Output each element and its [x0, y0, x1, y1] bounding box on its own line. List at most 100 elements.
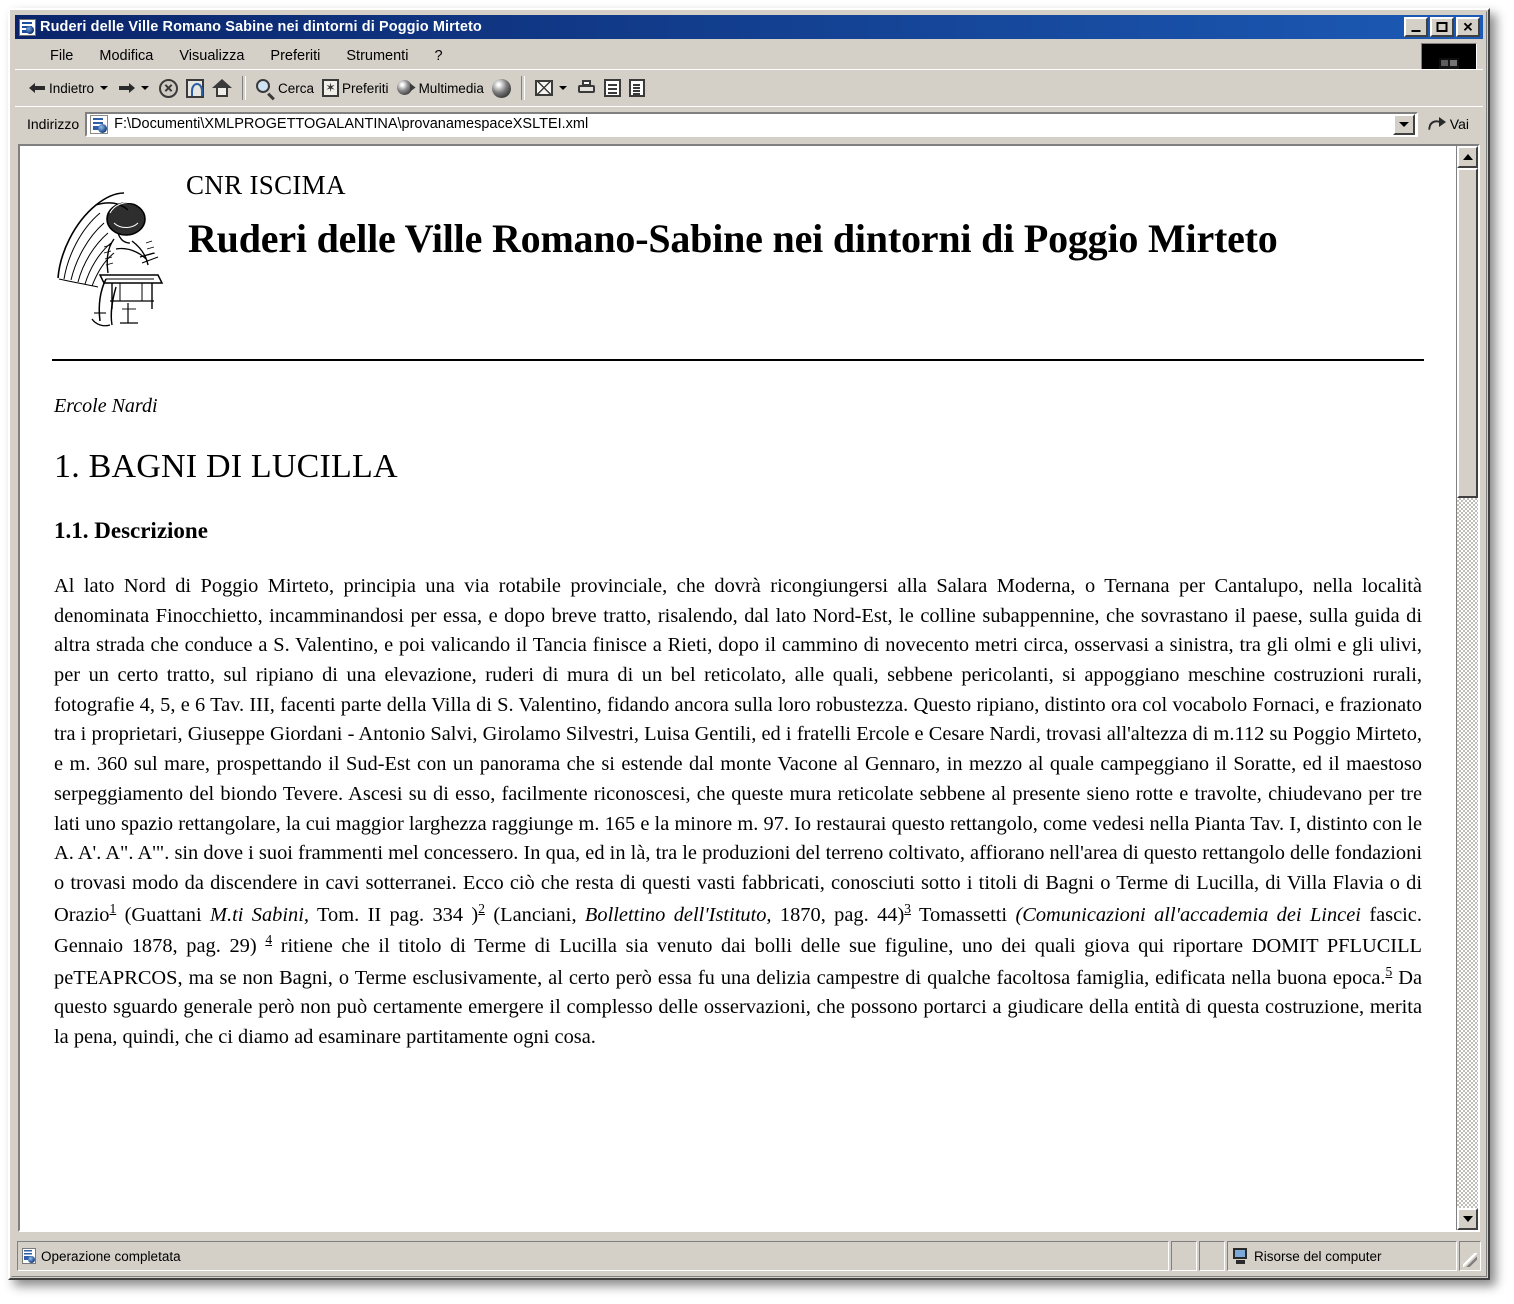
footnote-ref-3[interactable]: 3 [904, 901, 911, 916]
back-dropdown-icon[interactable] [100, 86, 109, 90]
chevron-down-icon [1398, 121, 1409, 127]
forward-arrow-icon [118, 81, 136, 95]
paragraph-text-d: (Lanciani, [484, 903, 585, 926]
menu-bar: File Modifica Visualizza Preferiti Strum… [15, 42, 1483, 93]
forward-dropdown-icon[interactable] [141, 86, 150, 90]
footnote-ref-2[interactable]: 2 [478, 901, 485, 916]
resize-grip[interactable] [1459, 1241, 1481, 1271]
toolbar: Indietro Cerca Preferiti Multimedia [15, 69, 1483, 106]
window-document-icon [19, 18, 36, 36]
go-arrow-icon [1428, 116, 1446, 133]
status-pane-3 [1199, 1241, 1225, 1271]
menu-item-modifica[interactable]: Modifica [86, 46, 166, 66]
search-icon [256, 78, 275, 98]
discuss-button[interactable] [625, 74, 649, 103]
favorites-star-icon [322, 79, 340, 97]
menu-item-visualizza[interactable]: Visualizza [166, 46, 257, 66]
document-header: Ruderi delle Ville Romano-Sabine nei din… [46, 192, 1430, 333]
mail-icon [534, 80, 553, 96]
computer-icon [1232, 1248, 1249, 1264]
section-heading: 1. BAGNI DI LUCILLA [54, 448, 398, 485]
minimize-icon [1411, 30, 1421, 32]
edit-page-icon [603, 79, 621, 97]
menu-item-file[interactable]: File [37, 46, 86, 66]
forward-button[interactable] [114, 74, 139, 103]
status-message-pane: Operazione completata [17, 1241, 1169, 1271]
media-label: Multimedia [418, 80, 484, 96]
header-divider [52, 359, 1424, 361]
toolbar-separator-2 [520, 76, 525, 100]
title-bar: Ruderi delle Ville Romano Sabine nei din… [15, 15, 1483, 39]
paragraph-text-c: Tom. II pag. 334 ) [309, 903, 479, 926]
chevron-down-icon [1462, 1216, 1473, 1222]
history-globe-icon [491, 78, 511, 98]
close-button[interactable]: ✕ [1456, 17, 1480, 37]
window-title: Ruderi delle Ville Romano Sabine nei din… [40, 19, 482, 35]
printer-icon [577, 79, 596, 97]
author-name: Ercole Nardi [54, 395, 158, 417]
menu-item-strumenti[interactable]: Strumenti [333, 46, 421, 66]
status-pane-2 [1171, 1241, 1197, 1271]
citation-title-2: Bollettino dell'Istituto, [584, 903, 772, 926]
mail-dropdown-icon[interactable] [558, 86, 567, 90]
history-button[interactable] [488, 74, 515, 103]
maximize-icon [1436, 22, 1448, 32]
home-button[interactable] [208, 74, 236, 103]
vertical-scrollbar[interactable] [1456, 146, 1478, 1230]
edit-button[interactable] [600, 74, 625, 103]
mail-button[interactable] [531, 74, 557, 103]
paragraph-text-a: Al lato Nord di Poggio Mirteto, principi… [54, 575, 1422, 926]
subsection-heading: 1.1. Descrizione [54, 518, 208, 543]
discussions-icon [628, 79, 645, 97]
minimize-button[interactable] [1404, 17, 1428, 37]
content-area: CNR ISCIMA Ruderi delle Ville Romano-Sab… [18, 144, 1480, 1232]
refresh-button[interactable] [182, 74, 208, 103]
stop-button[interactable] [155, 74, 182, 103]
page-title: Ruderi delle Ville Romano-Sabine nei din… [188, 216, 1278, 261]
go-label: Vai [1449, 116, 1469, 132]
cnr-iscima-engraving-logo [57, 192, 164, 327]
browser-window: Ruderi delle Ville Romano Sabine nei din… [8, 8, 1490, 1280]
paragraph-text-b: (Guattani [116, 903, 210, 926]
stop-icon [159, 78, 179, 98]
security-zone-label: Risorse del computer [1254, 1248, 1382, 1264]
search-button[interactable]: Cerca [252, 74, 318, 103]
back-label: Indietro [49, 80, 95, 96]
favorites-label: Preferiti [342, 80, 389, 96]
security-zone-pane[interactable]: Risorse del computer [1227, 1241, 1457, 1271]
address-dropdown-button[interactable] [1392, 113, 1415, 135]
chevron-up-icon [1462, 154, 1473, 160]
menu-item-help[interactable]: ? [421, 46, 455, 66]
paragraph-text-e: 1870, pag. 44) [771, 903, 905, 926]
back-button[interactable]: Indietro [25, 74, 98, 103]
go-button[interactable]: Vai [1424, 114, 1477, 135]
address-document-icon [90, 114, 109, 134]
scroll-up-button[interactable] [1457, 146, 1478, 168]
maximize-button[interactable] [1430, 17, 1454, 37]
address-bar: Indirizzo F:\Documenti\XMLPROGETTOGALANT… [15, 106, 1483, 141]
paragraph-text-f: Tomassetti [911, 903, 1016, 926]
home-icon [212, 79, 233, 97]
scrollbar-thumb[interactable] [1457, 168, 1478, 498]
media-icon [396, 79, 416, 97]
search-label: Cerca [278, 80, 315, 96]
citation-title-3: (Comunicazioni all'accademia dei Lincei [1015, 903, 1361, 926]
status-document-icon [22, 1248, 36, 1264]
refresh-icon [186, 78, 205, 98]
document-body: CNR ISCIMA Ruderi delle Ville Romano-Sab… [20, 146, 1456, 1230]
window-controls: ✕ [1404, 17, 1480, 37]
organization-name: CNR ISCIMA [186, 170, 346, 200]
media-button[interactable]: Multimedia [393, 74, 488, 103]
scroll-down-button[interactable] [1457, 1208, 1478, 1230]
address-label: Indirizzo [27, 116, 80, 132]
citation-title-1: M.ti Sabini, [210, 903, 309, 926]
address-url-text: F:\Documenti\XMLPROGETTOGALANTINA\provan… [114, 116, 589, 132]
body-paragraph: Al lato Nord di Poggio Mirteto, principi… [54, 572, 1422, 1052]
menu-item-preferiti[interactable]: Preferiti [257, 46, 333, 66]
scrollbar-track[interactable] [1457, 168, 1478, 1208]
address-input[interactable]: F:\Documenti\XMLPROGETTOGALANTINA\provan… [85, 111, 1418, 137]
print-button[interactable] [573, 74, 600, 103]
status-bar: Operazione completata Risorse del comput… [17, 1241, 1481, 1271]
back-arrow-icon [29, 81, 46, 95]
favorites-button[interactable]: Preferiti [318, 74, 393, 103]
